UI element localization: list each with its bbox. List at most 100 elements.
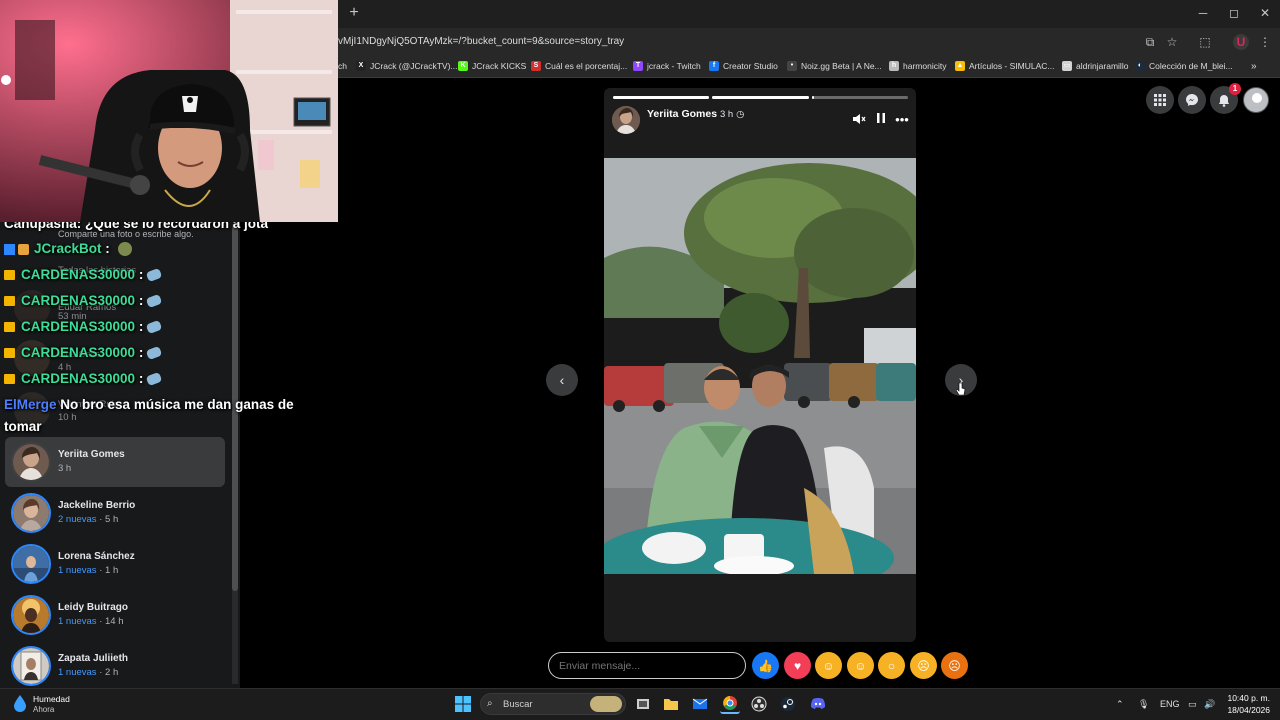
weather-subtitle: Ahora (33, 705, 55, 714)
pause-icon[interactable] (873, 112, 889, 128)
bookmark-item[interactable]: f Creator Studio (709, 61, 778, 71)
story-progress-fill (613, 96, 709, 99)
bookmark-label: JCrack (@JCrackTV)... (370, 61, 458, 71)
url-field[interactable]: vMjI1NDgyNjQ5OTAyMzk=/?bucket_count=9&so… (338, 36, 624, 47)
bookmark-item[interactable]: ▭ aldrinjaramillo (1062, 61, 1128, 71)
file-explorer-icon[interactable] (661, 694, 681, 714)
chat-separator: : (105, 241, 110, 256)
weather-droplet-icon[interactable] (12, 694, 28, 712)
chat-username: JCrackBot (34, 241, 102, 256)
chat-separator: : (138, 345, 144, 360)
windows-start-icon[interactable] (453, 694, 473, 714)
volume-icon[interactable]: 🔊 (1204, 699, 1215, 710)
emote-icon (146, 294, 163, 309)
webcam-overlay (0, 0, 338, 222)
story-meta: 1 nuevas · 2 h (58, 667, 119, 678)
bookmark-item[interactable]: Tjcrack - Twitch (633, 61, 701, 71)
story-owner-name[interactable]: Yeriita Gomes (647, 108, 717, 120)
reaction-wow-icon[interactable]: ○ (878, 652, 905, 679)
bookmark-label: aldrinjaramillo (1076, 61, 1129, 71)
bookmark-label: JCrack KICKS (472, 61, 527, 71)
reaction-love-icon[interactable]: ♥ (784, 652, 811, 679)
chat-message: CARDENAS30000 : (4, 293, 163, 309)
mute-icon[interactable] (851, 112, 867, 128)
obs-icon[interactable] (749, 694, 769, 714)
bookmark-item[interactable]: K JCrack KICKS (458, 61, 526, 71)
chrome-icon[interactable] (720, 694, 740, 714)
browser-menu-icon[interactable]: ⋮ (1257, 34, 1273, 50)
language-indicator[interactable]: ENG (1160, 699, 1180, 709)
reaction-angry-icon[interactable]: ☹ (941, 652, 968, 679)
messenger-icon[interactable] (1178, 86, 1206, 114)
story-photo[interactable] (604, 158, 916, 574)
microphone-icon[interactable]: 🎙 (1138, 699, 1149, 710)
bookmark-item[interactable]: h harmonicity (889, 61, 946, 71)
story-name: Leidy Buitrago (58, 602, 129, 613)
bookmark-item[interactable]: S Cuál es el porcentaj... (531, 61, 627, 71)
story-progress-fill (712, 96, 809, 99)
clock-time[interactable]: 10:40 p. m. (1226, 693, 1270, 703)
bookmark-star-icon[interactable]: ☆ (1164, 34, 1180, 50)
story-progress-segment (812, 96, 908, 99)
close-window-button[interactable]: ✕ (1250, 4, 1280, 22)
taskbar-search-label: Buscar (503, 699, 533, 710)
bookmark-favicon-icon: X (356, 61, 366, 71)
minimize-button[interactable]: ─ (1188, 4, 1218, 22)
emote-icon (146, 320, 163, 335)
chat-message: CARDENAS30000 : (4, 345, 163, 361)
crown-badge-icon (4, 296, 15, 307)
crown-badge-icon (4, 270, 15, 281)
menu-grid-icon[interactable] (1146, 86, 1174, 114)
story-item-yeriita-gomes[interactable]: Yeriita Gomes 3 h (5, 437, 225, 487)
bookmark-item[interactable]: ch (338, 61, 347, 71)
reaction-like-icon[interactable]: 👍 (752, 652, 779, 679)
chat-username: CARDENAS30000 (21, 267, 136, 282)
clock-date[interactable]: 18/04/2026 (1220, 705, 1270, 715)
discord-icon[interactable] (808, 694, 828, 714)
reaction-haha-icon[interactable]: ☺ (847, 652, 874, 679)
bookmark-favicon-icon: h (889, 61, 899, 71)
display-icon[interactable]: ▭ (1188, 699, 1197, 710)
reply-message-input[interactable] (548, 652, 746, 679)
chat-separator: : (138, 319, 144, 334)
bookmark-favicon-icon: ▭ (1062, 61, 1072, 71)
bookmark-item[interactable]: ▲ Artículos - SIMULAC... (955, 61, 1055, 71)
steam-icon[interactable] (778, 694, 798, 714)
bookmark-label: Cuál es el porcentaj... (545, 61, 628, 71)
bookmark-favicon-icon: • (787, 61, 797, 71)
search-icon: ⌕ (487, 698, 493, 709)
story-item-zapata-juliieth[interactable]: Zapata Juliieth 1 nuevas · 2 h (5, 641, 225, 691)
account-avatar[interactable] (1243, 87, 1269, 113)
story-owner-avatar[interactable] (612, 106, 640, 134)
reaction-sad-icon[interactable]: ☹ (910, 652, 937, 679)
more-options-icon[interactable]: ••• (894, 112, 910, 128)
story-name: Jackeline Berrio (58, 500, 136, 511)
bookmark-item[interactable]: X JCrack (@JCrackTV)... (356, 61, 458, 71)
story-item-leidy-buitrago[interactable]: Leidy Buitrago 1 nuevas · 14 h (5, 590, 225, 640)
cast-icon[interactable]: ⧉ (1142, 34, 1158, 50)
bookmark-item[interactable]: • Noiz.gg Beta | A Ne... (787, 61, 882, 71)
restore-button[interactable]: ◻ (1219, 4, 1249, 22)
tray-chevron-icon[interactable]: ⌃ (1116, 699, 1124, 710)
bookmark-label: jcrack - Twitch (647, 61, 701, 71)
notification-badge: 1 (1229, 83, 1241, 95)
mouse-cursor-icon (955, 382, 966, 396)
story-item-lorena-sanchez[interactable]: Lorena Sánchez 1 nuevas · 1 h (5, 539, 225, 589)
chat-message: JCrackBot : (4, 241, 132, 257)
more-bookmarks-button[interactable]: » (1251, 61, 1257, 72)
story-item-jackeline-berrio[interactable]: Jackeline Berrio 2 nuevas · 5 h (5, 488, 225, 538)
story-new-count: 1 nuevas (58, 565, 97, 576)
extensions-icon[interactable]: ⬚ (1197, 34, 1213, 50)
previous-story-button[interactable]: ‹ (546, 364, 578, 396)
bookmark-item[interactable]: ◐ Colección de M_blei... (1135, 61, 1233, 71)
chat-text-continued: tomar (4, 419, 42, 434)
new-tab-button[interactable]: + (346, 5, 362, 21)
task-view-icon[interactable] (633, 694, 653, 714)
reaction-care-icon[interactable]: ☺ (815, 652, 842, 679)
story-avatar (11, 544, 51, 584)
story-avatar (11, 646, 51, 686)
chat-username: CARDENAS30000 (21, 293, 136, 308)
outlook-icon[interactable] (690, 694, 710, 714)
profile-icon[interactable]: U (1233, 34, 1249, 50)
bookmark-favicon-icon: T (633, 61, 643, 71)
